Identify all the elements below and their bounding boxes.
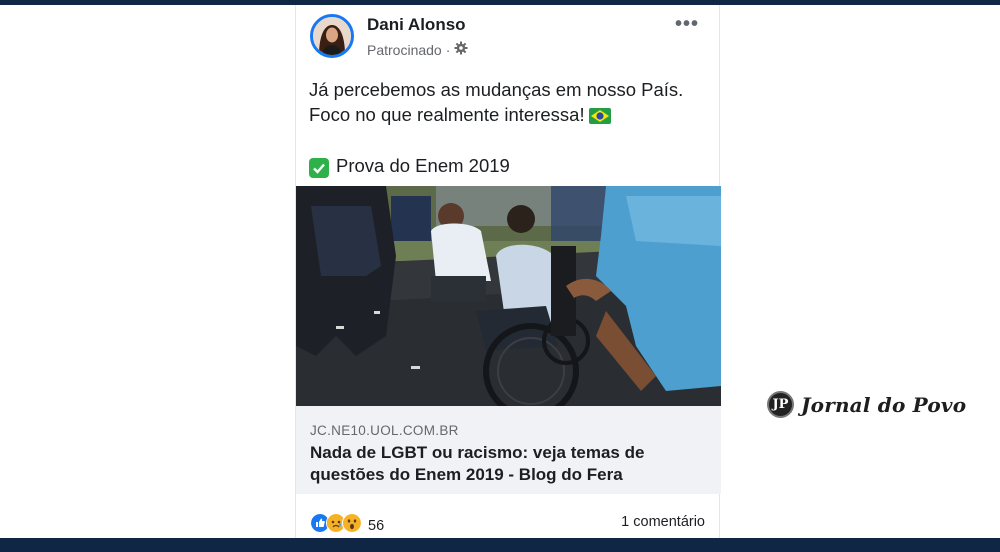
post-text-line: Já percebemos as mudanças em nosso País. [309,79,684,100]
post-photo[interactable] [296,186,721,406]
wow-icon [342,513,362,538]
link-headline[interactable]: Nada de LGBT ou racismo: veja temas de q… [310,442,700,486]
reactions-summary[interactable]: 56 [310,513,384,538]
brazil-flag-icon [588,105,611,130]
author-avatar[interactable] [310,14,354,58]
sad-icon [326,513,346,538]
post-text-line: Prova do Enem 2019 [309,153,709,178]
bottom-frame-bar [0,538,1000,552]
post-meta: Patrocinado · [367,41,468,58]
link-domain: JC.NE10.UOL.COM.BR [310,423,459,438]
meta-separator: · [445,41,451,58]
sponsored-label[interactable]: Patrocinado [367,42,442,58]
jp-name: Jornal do Povo [801,392,967,417]
more-options-button[interactable]: ••• [675,13,699,36]
check-mark-icon [309,158,329,178]
author-name[interactable]: Dani Alonso [367,15,466,35]
jornal-do-povo-logo: JP Jornal do Povo [767,391,966,418]
like-icon [310,513,330,538]
gear-icon[interactable] [454,41,468,58]
jp-badge: JP [767,391,794,418]
link-preview[interactable]: JC.NE10.UOL.COM.BR Nada de LGBT ou racis… [296,406,721,494]
post-text-line: Foco no que realmente interessa! [309,102,709,130]
comment-count[interactable]: 1 comentário [621,514,705,530]
post-text: Já percebemos as mudanças em nosso País.… [309,77,709,178]
reaction-count[interactable]: 56 [368,518,384,534]
facebook-post: Dani Alonso Patrocinado · ••• Já percebe… [295,5,721,538]
